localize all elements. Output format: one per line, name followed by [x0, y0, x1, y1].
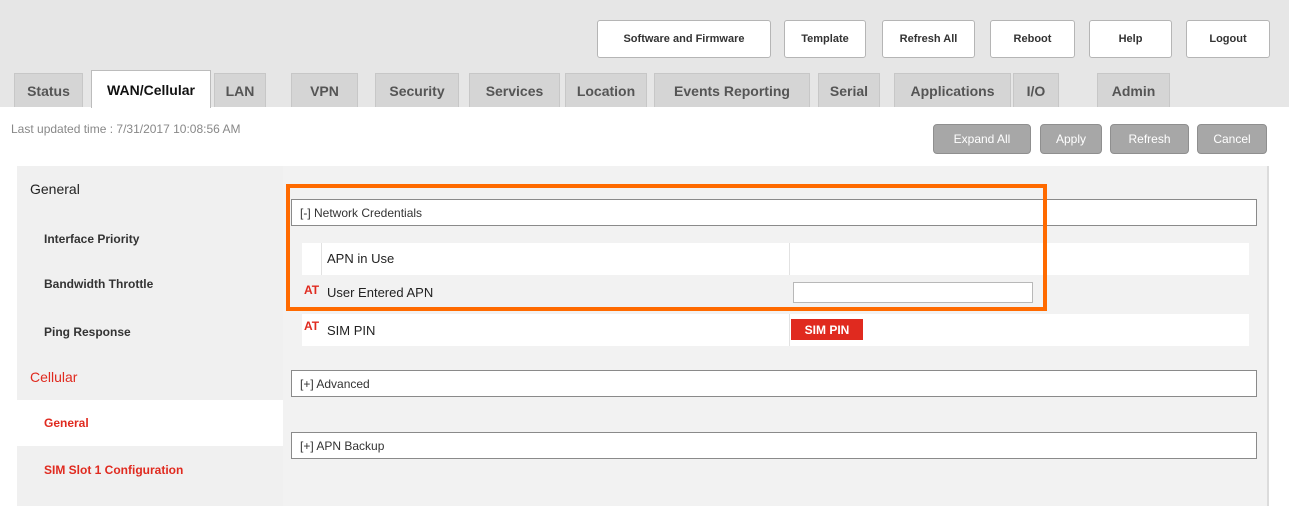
- template-button[interactable]: Template: [784, 20, 866, 58]
- row-divider: [321, 243, 322, 275]
- last-updated-text: Last updated time : 7/31/2017 10:08:56 A…: [11, 122, 241, 136]
- apn-in-use-row: [302, 243, 1249, 275]
- sidebar-item-bandwidth-throttle[interactable]: Bandwidth Throttle: [17, 261, 283, 307]
- user-entered-apn-label: User Entered APN: [327, 285, 434, 300]
- sidebar-item-cellular-general[interactable]: General: [17, 400, 283, 446]
- sidebar-item-ping-response[interactable]: Ping Response: [17, 309, 283, 355]
- sim-pin-button[interactable]: SIM PIN: [791, 319, 863, 340]
- user-entered-apn-input[interactable]: [793, 282, 1033, 303]
- tab-admin[interactable]: Admin: [1097, 73, 1170, 107]
- sim-pin-row: [302, 314, 1249, 346]
- sidebar-item-general-section[interactable]: General: [17, 166, 283, 212]
- main-panel-edge: [1267, 166, 1269, 506]
- cancel-button[interactable]: Cancel: [1197, 124, 1267, 154]
- advanced-header[interactable]: [+] Advanced: [291, 370, 1257, 397]
- row-divider: [789, 243, 790, 275]
- tab-status[interactable]: Status: [14, 73, 83, 107]
- tab-security[interactable]: Security: [375, 73, 459, 107]
- at-marker: AT: [304, 319, 320, 333]
- sidebar-item-sim-slot-1-configuration[interactable]: SIM Slot 1 Configuration: [17, 447, 283, 493]
- apn-in-use-label: APN in Use: [327, 251, 395, 266]
- row-divider: [789, 314, 790, 346]
- reboot-button[interactable]: Reboot: [990, 20, 1075, 58]
- sim-pin-label: SIM PIN: [327, 323, 376, 338]
- tab-location[interactable]: Location: [565, 73, 647, 107]
- sidebar-item-cellular-section[interactable]: Cellular: [17, 354, 283, 400]
- tab-applications[interactable]: Applications: [894, 73, 1011, 107]
- refresh-all-button[interactable]: Refresh All: [882, 20, 975, 58]
- help-button[interactable]: Help: [1089, 20, 1172, 58]
- tab-lan[interactable]: LAN: [214, 73, 266, 107]
- tab-wan-cellular[interactable]: WAN/Cellular: [91, 70, 211, 108]
- tab-services[interactable]: Services: [469, 73, 560, 107]
- expand-all-button[interactable]: Expand All: [933, 124, 1031, 154]
- refresh-button[interactable]: Refresh: [1110, 124, 1189, 154]
- network-credentials-header[interactable]: [-] Network Credentials: [291, 199, 1257, 226]
- software-firmware-button[interactable]: Software and Firmware: [597, 20, 771, 58]
- tab-vpn[interactable]: VPN: [291, 73, 358, 107]
- sidebar-item-interface-priority[interactable]: Interface Priority: [17, 216, 283, 262]
- tab-serial[interactable]: Serial: [818, 73, 880, 107]
- apply-button[interactable]: Apply: [1040, 124, 1102, 154]
- logout-button[interactable]: Logout: [1186, 20, 1270, 58]
- at-marker: AT: [304, 283, 320, 297]
- tab-io[interactable]: I/O: [1013, 73, 1059, 107]
- tab-events-reporting[interactable]: Events Reporting: [654, 73, 810, 107]
- apn-backup-header[interactable]: [+] APN Backup: [291, 432, 1257, 459]
